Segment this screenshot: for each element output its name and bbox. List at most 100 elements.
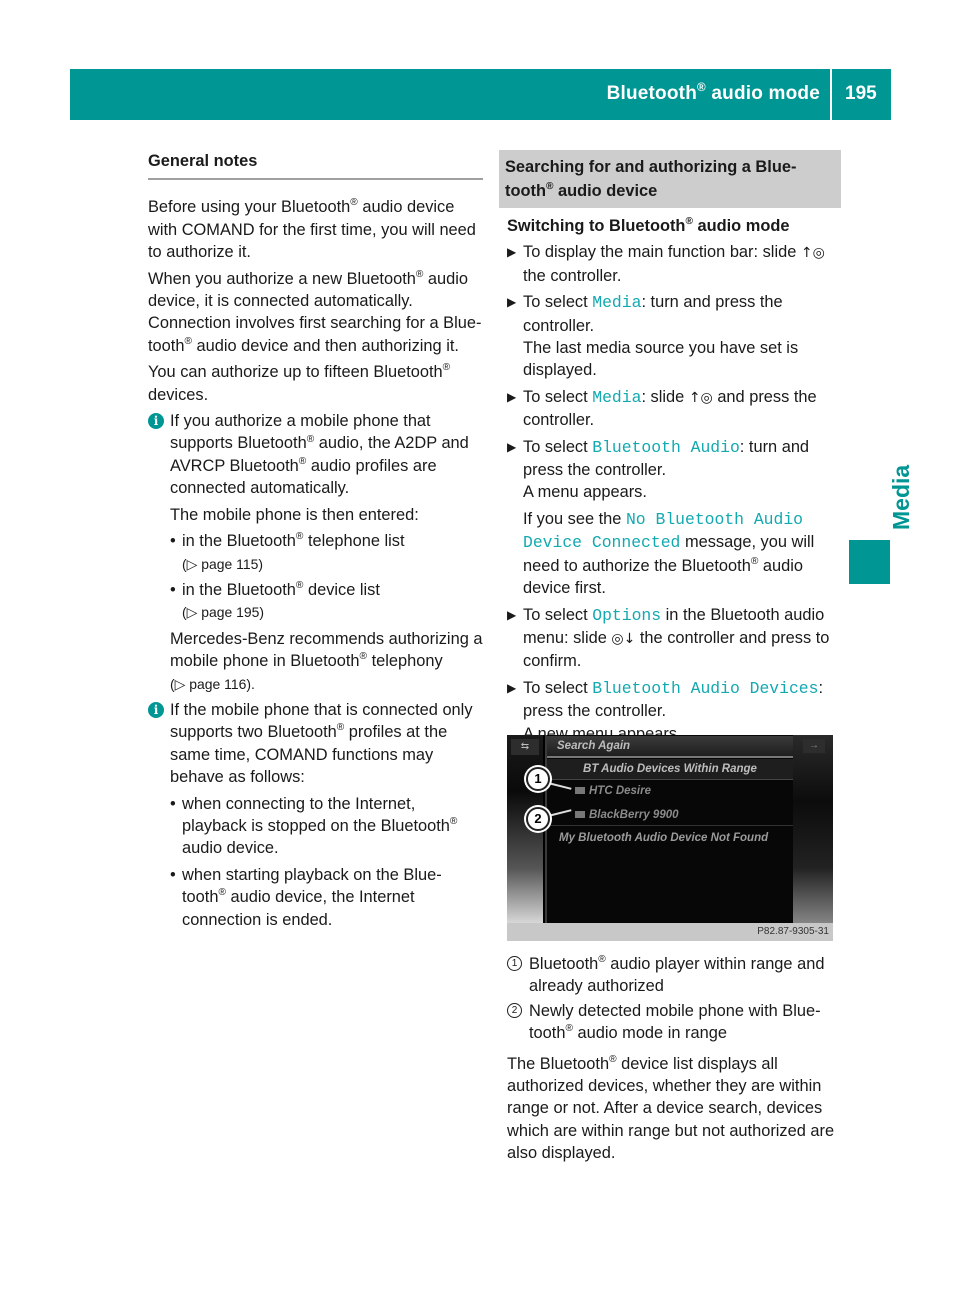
menu-item-label: Media [592, 293, 642, 313]
list-item: • in the Bluetooth® telephone list (▷ pa… [170, 530, 483, 575]
text: A menu appears. [523, 483, 647, 502]
registered-mark: ® [306, 433, 315, 445]
registered-mark: ® [184, 335, 192, 347]
callout-1: 1 [526, 767, 550, 791]
step-item: ▶ To select Media: turn and press the co… [507, 291, 837, 382]
registered-mark: ® [359, 651, 368, 663]
text: device list [303, 580, 380, 599]
registered-mark: ® [336, 722, 345, 734]
menu-item-label: Media [592, 387, 642, 407]
subheading: Switching to Bluetooth® audio mode [507, 215, 837, 237]
paragraph: If the mobile phone that is connected on… [170, 699, 483, 789]
step-arrow-icon: ▶ [507, 439, 517, 454]
section-heading-general-notes: General notes [148, 150, 483, 181]
text: To select [523, 293, 593, 312]
text: The Bluetooth [507, 1054, 610, 1073]
registered-mark: ® [295, 579, 304, 591]
legend-item: 2 Newly detected mobile phone with Blue-… [507, 1000, 837, 1045]
text: telephony [367, 652, 443, 671]
legend-item: 1 Bluetooth® audio player within range a… [507, 953, 837, 998]
text: To select [523, 678, 593, 697]
registered-mark: ® [298, 455, 307, 467]
phone-icon [575, 787, 585, 795]
text: To select [523, 605, 593, 624]
list-item: • in the Bluetooth® device list (▷ page … [170, 579, 483, 624]
header-title-text: Bluetooth [606, 83, 698, 104]
text: The last media source you have set is di… [523, 339, 799, 380]
back-icon: ⇆ [511, 739, 539, 755]
header-title-suffix: audio mode [705, 83, 820, 104]
controller-slide-up-icon: ↑◎ [800, 245, 825, 262]
registered-mark: ® [685, 216, 693, 228]
text: Bluetooth [529, 955, 599, 973]
paragraph: The Bluetooth® device list displays all … [507, 1053, 837, 1165]
bullet-icon: • [170, 580, 176, 599]
info-note: i If the mobile phone that is connected … [148, 699, 483, 931]
text: telephone list [303, 532, 405, 551]
page-reference-link[interactable]: (▷ page 195) [182, 604, 264, 620]
registered-mark: ® [442, 362, 451, 374]
info-icon: i [148, 413, 164, 430]
menu-item-device: BlackBerry 9900 [547, 805, 821, 826]
text: You can authorize up to fifteen Bluetoot… [148, 363, 443, 382]
paragraph: When you authorize a new Bluetooth® audi… [148, 268, 483, 358]
bullet-icon: • [170, 865, 176, 884]
step-item: ▶ To select Options in the Bluetooth aud… [507, 604, 837, 673]
registered-mark: ® [609, 1053, 617, 1065]
page-reference-link[interactable]: (▷ page 116). [170, 676, 255, 692]
text: To select [523, 437, 593, 456]
comand-screen-figure: ⇆ Search Again BT Audio Devices Within R… [507, 735, 833, 941]
figure-legend: 1 Bluetooth® audio player within range a… [507, 951, 837, 1165]
info-icon: i [148, 701, 164, 718]
text: audio device [553, 182, 658, 200]
step-arrow-icon: ▶ [507, 389, 517, 404]
header-title: Bluetooth® audio mode [606, 81, 820, 105]
list-item: • when starting playback on the Blue-too… [170, 864, 483, 931]
step-arrow-icon: ▶ [507, 680, 517, 695]
text: audio mode in range [572, 1024, 727, 1043]
info-note: i If you authorize a mobile phone that s… [148, 410, 483, 695]
paragraph: Mercedes-Benz recommends authorizing a m… [170, 628, 483, 695]
text: When you authorize a new Bluetooth [148, 269, 416, 288]
paragraph: If you see the No Bluetooth Audio Device… [523, 508, 837, 600]
registered-mark: ® [545, 181, 554, 193]
step-item: ▶ To display the main function bar: slid… [507, 241, 837, 287]
registered-mark: ® [598, 954, 606, 966]
page-reference-link[interactable]: (▷ page 115) [182, 556, 263, 572]
controller-slide-up-icon: ↑◎ [688, 389, 713, 406]
section-heading-searching: Searching for and authorizing a Blue-too… [499, 150, 841, 208]
text: in the Bluetooth [182, 532, 296, 551]
menu-item-not-found: My Bluetooth Audio Device Not Found [559, 832, 769, 844]
text: devices. [148, 385, 209, 404]
text: in the Bluetooth [182, 580, 296, 599]
paragraph: Before using your Bluetooth® audio devic… [148, 196, 483, 263]
registered-mark: ® [218, 887, 226, 899]
registered-mark: ® [350, 197, 358, 209]
registered-mark: ® [565, 1023, 573, 1035]
page-number: 195 [845, 83, 877, 104]
legend-number: 2 [507, 1002, 522, 1018]
text: the controller. [523, 266, 622, 285]
menu-group-title: BT Audio Devices Within Range [547, 759, 793, 780]
registered-mark: ® [415, 268, 424, 280]
text: audio device and then authorizing it. [191, 336, 459, 355]
registered-mark: ® [697, 81, 706, 95]
text: If you see the [523, 509, 626, 528]
text: audio device. [182, 839, 279, 858]
text: To select [523, 387, 593, 406]
side-tab-marker [849, 540, 890, 584]
controller-slide-down-icon: ◎↓ [611, 630, 636, 647]
step-arrow-icon: ▶ [507, 607, 517, 622]
callout-2: 2 [526, 807, 550, 831]
bullet-icon: • [170, 794, 176, 813]
step-arrow-icon: ▶ [507, 295, 517, 310]
screen-right-panel: → [793, 735, 833, 925]
side-tab-label: Media [888, 464, 914, 530]
registered-mark: ® [750, 555, 759, 567]
paragraph: The mobile phone is then entered: [170, 505, 419, 524]
step-item: ▶ To select Bluetooth Audio: turn and pr… [507, 436, 837, 600]
right-column: Searching for and authorizing a Blue-too… [499, 150, 841, 745]
paragraph: If you authorize a mobile phone that sup… [170, 410, 483, 500]
registered-mark: ® [295, 531, 304, 543]
paragraph: You can authorize up to fifteen Bluetoot… [148, 361, 483, 406]
